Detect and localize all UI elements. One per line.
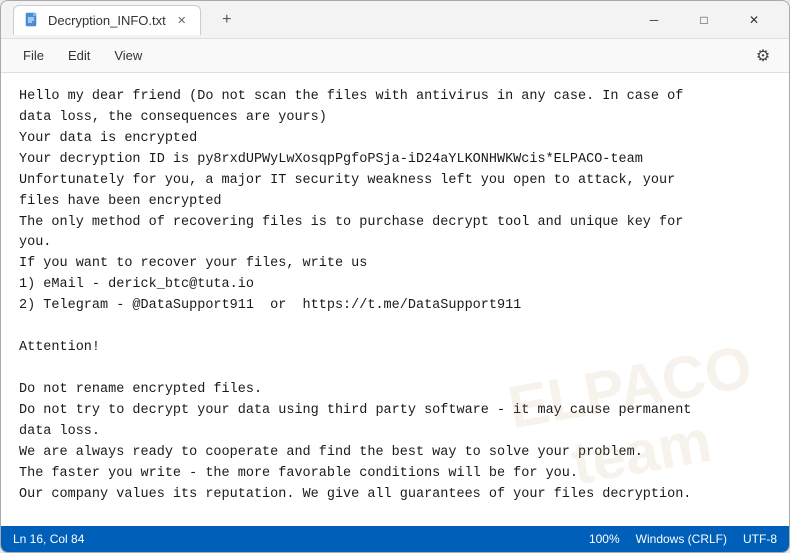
- title-bar: Decryption_INFO.txt ✕ + ─ □ ✕: [1, 1, 789, 39]
- window-controls: ─ □ ✕: [631, 4, 777, 36]
- file-content: Hello my dear friend (Do not scan the fi…: [19, 87, 771, 505]
- menu-items: File Edit View: [13, 44, 152, 67]
- status-bar: Ln 16, Col 84 100% Windows (CRLF) UTF-8: [1, 526, 789, 552]
- zoom-level[interactable]: 100%: [589, 532, 620, 546]
- cursor-position: Ln 16, Col 84: [13, 532, 84, 546]
- minimize-button[interactable]: ─: [631, 4, 677, 36]
- active-tab[interactable]: Decryption_INFO.txt ✕: [13, 5, 201, 35]
- file-menu[interactable]: File: [13, 44, 54, 67]
- file-icon: [24, 12, 40, 28]
- maximize-button[interactable]: □: [681, 4, 727, 36]
- settings-button[interactable]: ⚙: [749, 42, 777, 70]
- gear-icon: ⚙: [756, 46, 770, 66]
- tab-title: Decryption_INFO.txt: [48, 13, 166, 28]
- status-right: 100% Windows (CRLF) UTF-8: [589, 532, 777, 546]
- new-tab-button[interactable]: +: [213, 6, 241, 34]
- menu-bar: File Edit View ⚙: [1, 39, 789, 73]
- status-left: Ln 16, Col 84: [13, 532, 84, 546]
- title-bar-left: Decryption_INFO.txt ✕ +: [13, 5, 631, 35]
- view-menu[interactable]: View: [104, 44, 152, 67]
- close-button[interactable]: ✕: [731, 4, 777, 36]
- tab-close-button[interactable]: ✕: [174, 12, 190, 28]
- edit-menu[interactable]: Edit: [58, 44, 100, 67]
- encoding[interactable]: UTF-8: [743, 532, 777, 546]
- line-ending[interactable]: Windows (CRLF): [636, 532, 727, 546]
- text-editor-area[interactable]: ELPACO team Hello my dear friend (Do not…: [1, 73, 789, 526]
- main-window: Decryption_INFO.txt ✕ + ─ □ ✕ File Edit …: [0, 0, 790, 553]
